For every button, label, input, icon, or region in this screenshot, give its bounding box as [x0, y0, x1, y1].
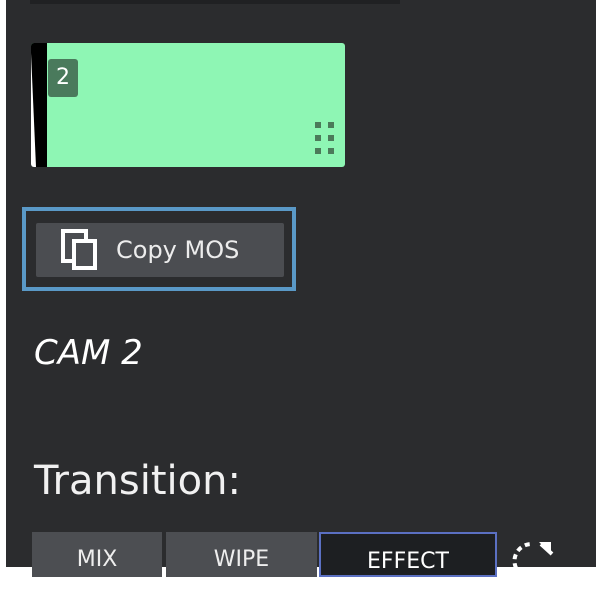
thumbnail-edge-icon [31, 43, 47, 167]
transition-heading: Transition: [34, 458, 241, 504]
story-thumbnail[interactable]: 2 [31, 43, 345, 167]
rotate-reset-icon[interactable] [508, 538, 554, 573]
top-divider [30, 0, 400, 4]
drag-handle-icon[interactable] [315, 122, 337, 156]
copy-mos-label: Copy MOS [116, 236, 240, 264]
copy-mos-focus-frame: Copy MOS [22, 207, 296, 291]
tab-wipe[interactable]: WIPE [166, 532, 317, 577]
tab-mix[interactable]: MIX [32, 532, 162, 577]
tab-effect[interactable]: EFFECT [319, 532, 497, 577]
copy-icon [61, 229, 97, 270]
copy-mos-button[interactable]: Copy MOS [36, 223, 284, 277]
camera-source-label: CAM 2 [34, 333, 143, 373]
story-number-badge: 2 [48, 59, 78, 97]
